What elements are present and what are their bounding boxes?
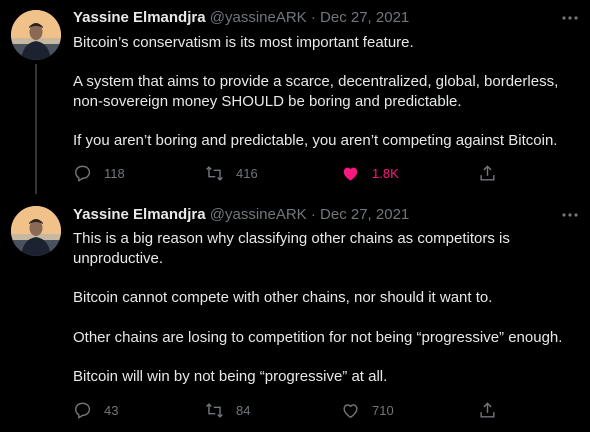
author-name[interactable]: Yassine Elmandjra [73, 206, 206, 223]
more-icon[interactable] [560, 8, 580, 28]
author-name[interactable]: Yassine Elmandjra [73, 9, 206, 26]
like-count: 1.8K [372, 165, 399, 181]
reply-count: 43 [104, 402, 119, 418]
reply-icon [75, 165, 91, 181]
tweet-paragraph: non-sovereign money SHOULD be boring and… [73, 93, 462, 110]
tweet-paragraph: This is a big reason why classifying oth… [73, 230, 510, 247]
reply-button[interactable]: 43 [73, 400, 118, 420]
retweet-count: 84 [236, 402, 251, 418]
tweet-paragraph: Other chains are losing to competition f… [73, 329, 563, 346]
reply-button[interactable]: 118 [73, 163, 125, 183]
retweet-button[interactable]: 416 [205, 163, 258, 183]
tweet-date[interactable]: Dec 27, 2021 [320, 206, 409, 223]
retweet-icon [206, 402, 223, 418]
retweet-count: 416 [236, 165, 258, 181]
dot-separator: · [310, 206, 316, 223]
avatar[interactable] [11, 206, 61, 256]
avatar[interactable] [11, 10, 61, 60]
tweet-paragraph: A system that aims to provide a scarce, … [73, 73, 559, 90]
like-button[interactable]: 710 [341, 400, 394, 420]
reply-count: 118 [104, 165, 125, 181]
dot-separator: · [310, 9, 316, 26]
tweet-paragraph: Bitcoin’s conservatism is its most impor… [73, 34, 414, 51]
retweet-button[interactable]: 84 [205, 400, 250, 420]
share-button[interactable] [478, 400, 509, 420]
tweet-header: Yassine Elmandjra @yassineARK · Dec 27, … [73, 8, 409, 28]
share-icon [480, 164, 495, 181]
thread-line [35, 64, 37, 194]
tweet-paragraph: Bitcoin will win by not being “progressi… [73, 368, 388, 385]
author-handle[interactable]: @yassineARK [210, 9, 307, 26]
tweet-header: Yassine Elmandjra @yassineARK · Dec 27, … [73, 205, 409, 225]
author-handle[interactable]: @yassineARK [210, 206, 307, 223]
more-icon[interactable] [560, 205, 580, 225]
like-button[interactable]: 1.8K [341, 163, 399, 183]
like-count: 710 [372, 402, 394, 418]
tweet-paragraph: unproductive. [73, 250, 164, 267]
retweet-icon [206, 165, 223, 181]
like-icon [343, 167, 358, 181]
like-icon [343, 403, 358, 418]
tweet-paragraph: Bitcoin cannot compete with other chains… [73, 289, 493, 306]
tweet-date[interactable]: Dec 27, 2021 [320, 9, 409, 26]
reply-icon [75, 402, 91, 418]
share-icon [480, 401, 495, 418]
tweet-paragraph: If you aren’t boring and predictable, yo… [73, 132, 558, 149]
share-button[interactable] [478, 163, 509, 183]
